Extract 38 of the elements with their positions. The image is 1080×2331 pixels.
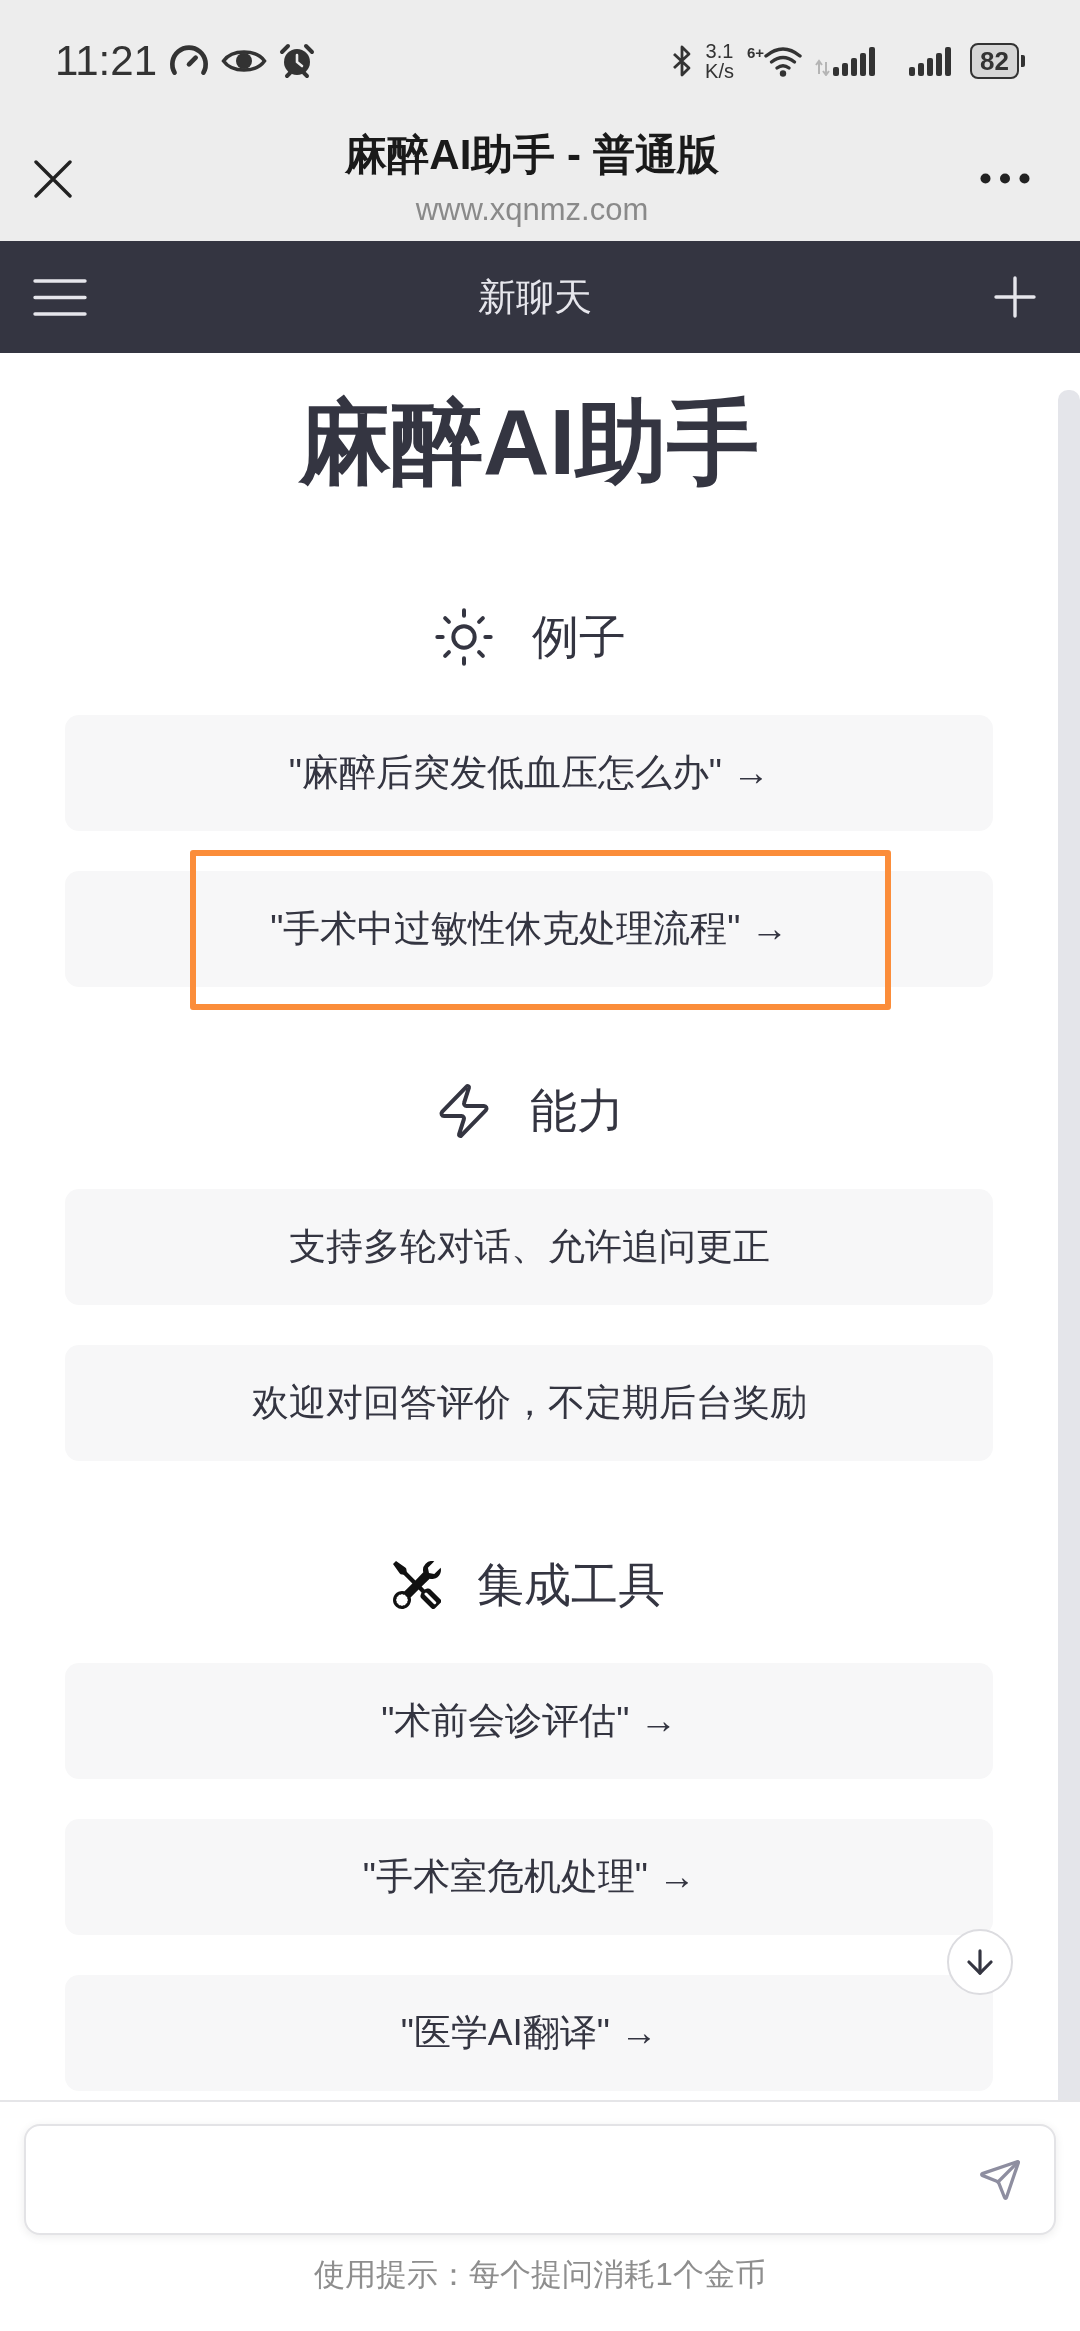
signal-icon bbox=[909, 46, 954, 76]
battery-indicator: 82 bbox=[970, 43, 1025, 79]
capability-card: 支持多轮对话、允许追问更正 bbox=[65, 1189, 993, 1305]
signal-icon bbox=[815, 46, 878, 76]
example-prompt-button[interactable]: "手术中过敏性休克处理流程" → bbox=[65, 871, 993, 987]
message-input[interactable] bbox=[24, 2124, 1056, 2235]
section-title: 集成工具 bbox=[477, 1557, 665, 1613]
network-speed-unit: K/s bbox=[705, 61, 734, 81]
bluetooth-icon bbox=[672, 44, 693, 78]
plus-icon bbox=[994, 276, 1036, 318]
example-prompt-button[interactable]: "麻醉后突发低血压怎么办" → bbox=[65, 715, 993, 831]
wifi-label: 6+ bbox=[746, 45, 765, 60]
wrench-screwdriver-icon bbox=[393, 1561, 441, 1609]
app-heading: 麻醉AI助手 bbox=[299, 390, 759, 495]
alarm-clock-icon bbox=[279, 43, 315, 79]
example-prompt-button[interactable]: "医学AI翻译" → bbox=[65, 1975, 993, 2091]
close-button[interactable] bbox=[34, 159, 72, 198]
usage-hint: 使用提示：每个提问消耗1个金币 bbox=[314, 2256, 766, 2294]
wifi-icon bbox=[764, 45, 803, 77]
network-speed-value: 3.1 bbox=[705, 41, 734, 61]
example-prompt-button[interactable]: "术前会诊评估" → bbox=[65, 1663, 993, 1779]
section-title: 能力 bbox=[530, 1083, 624, 1139]
scrollbar[interactable] bbox=[1058, 390, 1080, 2100]
example-prompt-button[interactable]: "手术室危机处理" → bbox=[65, 1819, 993, 1935]
send-icon bbox=[978, 2157, 1022, 2202]
more-icon bbox=[980, 173, 1030, 184]
page-url: www.xqnmz.com bbox=[415, 191, 649, 228]
clock-time: 11:21 bbox=[55, 40, 157, 82]
send-button[interactable] bbox=[978, 2157, 1022, 2202]
more-button[interactable] bbox=[980, 173, 1030, 184]
close-icon bbox=[34, 159, 72, 198]
capability-card: 欢迎对回答评价，不定期后台奖励 bbox=[65, 1345, 993, 1461]
menu-icon bbox=[33, 278, 87, 316]
menu-button[interactable] bbox=[33, 278, 87, 316]
new-chat-button[interactable] bbox=[994, 276, 1036, 318]
page-title: 麻醉AI助手 - 普通版 bbox=[345, 129, 719, 180]
chat-title: 新聊天 bbox=[477, 275, 592, 320]
section-title: 例子 bbox=[532, 609, 626, 665]
